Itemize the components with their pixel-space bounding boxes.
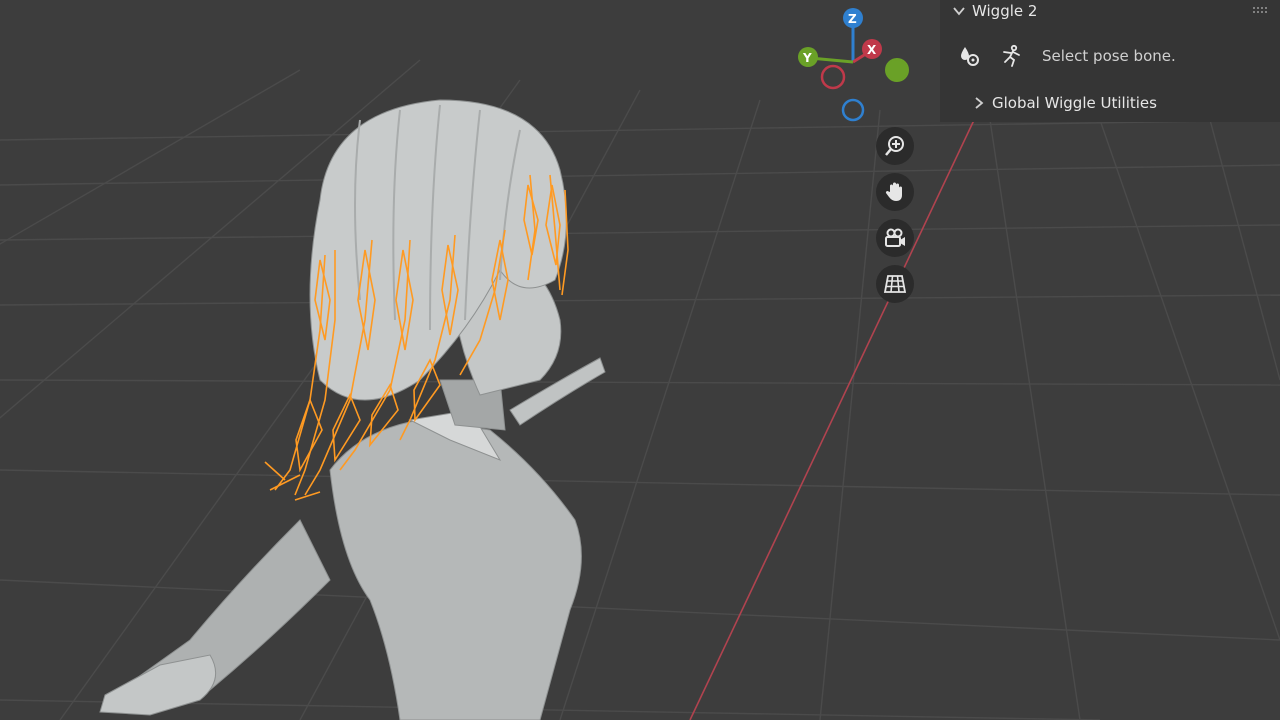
zoom-button[interactable] — [876, 127, 914, 165]
global-wiggle-utilities-subpanel[interactable]: Global Wiggle Utilities — [972, 90, 1157, 116]
pan-button[interactable] — [876, 173, 914, 211]
pan-hand-icon — [885, 182, 902, 201]
z-axis-label: Z — [848, 12, 857, 26]
armature-figure-icon — [1003, 44, 1020, 67]
perspective-toggle-button[interactable] — [876, 265, 914, 303]
gizmo-graphic: Z X Y — [798, 8, 909, 122]
character-mesh — [99, 99, 606, 720]
neg-x-axis-handle — [820, 64, 846, 90]
zoom-icon — [885, 136, 904, 156]
panel-title: Wiggle 2 — [972, 2, 1038, 20]
wiggle-armature-toggle[interactable] — [998, 43, 1024, 69]
camera-view-button[interactable] — [876, 219, 914, 257]
chevron-down-icon — [953, 7, 965, 16]
y-axis-label: Y — [802, 51, 812, 65]
drag-grip-icon[interactable] — [1252, 6, 1268, 16]
subpanel-title: Global Wiggle Utilities — [992, 94, 1157, 112]
chevron-right-icon — [975, 97, 984, 109]
wiggle-scene-toggle[interactable] — [956, 43, 982, 69]
camera-icon — [885, 228, 905, 247]
neg-y-axis-handle — [885, 58, 909, 82]
grid-orthographic-icon — [883, 275, 907, 293]
physics-drops-icon — [961, 47, 979, 66]
panel-header[interactable]: Wiggle 2 — [952, 0, 1037, 22]
floor-grid — [0, 59, 1280, 720]
navigation-gizmo[interactable]: Z X Y — [790, 0, 920, 125]
status-text: Select pose bone. — [1042, 47, 1176, 65]
wiggle-panel: Wiggle 2 Select pose bone. Global Wiggle… — [940, 0, 1280, 122]
neg-z-axis-handle — [841, 98, 865, 122]
x-axis-label: X — [867, 43, 877, 57]
wiggle-status-row: Select pose bone. — [956, 40, 1176, 72]
x-axis-line — [689, 117, 976, 720]
